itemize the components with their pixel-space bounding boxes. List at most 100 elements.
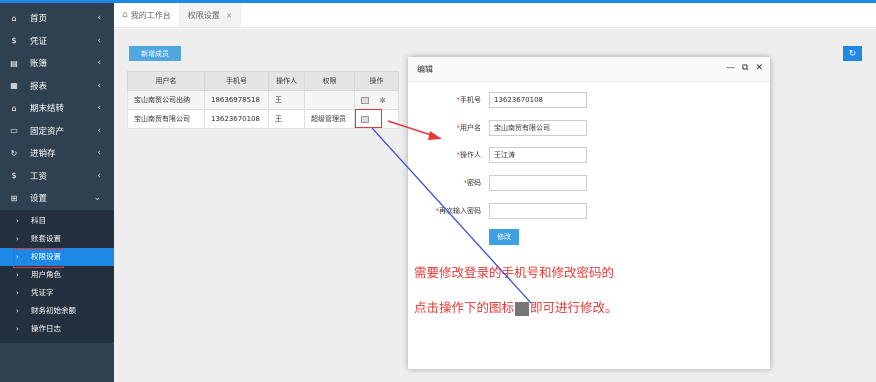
sidebar-item-label: 账簿 [30,59,48,70]
home-icon: ⌂ [11,13,17,23]
sidebar-item-label: 固定资产 [30,126,65,137]
operator-cell: 王 [268,90,305,110]
chevron-right-icon: › [16,306,19,315]
add-member-button[interactable]: 新增成员 [129,46,181,61]
close-icon[interactable]: × [226,11,233,20]
username-cell: 宝山南贸有限公司 [127,109,205,129]
chevron-left-icon: ‹ [97,103,101,114]
password-label: *密码 [463,179,482,187]
submenu-item-label: 操作日志 [31,324,61,333]
operator-label: *操作人 [456,151,482,159]
submenu-item-label: 用户角色 [31,270,61,279]
phone-field[interactable]: 13623670108 [489,92,587,108]
operator-field[interactable]: 王江涛 [489,147,587,163]
chevron-right-icon: › [16,252,19,261]
username-field[interactable]: 宝山南贸有限公司 [489,120,587,136]
annotation-line-2: 点击操作下的图标 即可进行修改。 [414,300,618,316]
sidebar-item-reports[interactable]: ▦ 报表 ‹ [0,75,114,98]
chevron-right-icon: › [16,288,19,297]
column-header[interactable]: 权限 [304,71,355,91]
submenu-item-opening-balance[interactable]: › 财务初始余额 [0,302,114,320]
annotation-line-1: 需要修改登录的手机号和修改密码的 [414,265,615,280]
username-label: *用户名 [456,124,482,132]
column-header[interactable]: 操作 [354,71,399,91]
sidebar-item-period-close[interactable]: ⌂ 期末结转 ‹ [0,97,114,120]
home-icon: ⌂ [11,103,17,113]
phone-label: *手机号 [456,96,482,104]
role-cell [304,90,355,110]
submenu-item-voucher-words[interactable]: › 凭证字 [0,284,114,302]
tab-workbench[interactable]: ⌂ 我的工作台 [114,3,180,27]
role-cell: 超级管理员 [304,109,355,129]
minimize-icon[interactable]: — [726,63,735,73]
submenu-item-accounts[interactable]: › 科目 [0,212,114,230]
submenu-item-label: 财务初始余额 [31,306,76,315]
chevron-left-icon: ‹ [97,148,101,159]
dialog-header: 编辑 — ⧉ ✕ [408,57,770,82]
sidebar-item-label: 期末结转 [30,104,65,115]
column-header[interactable]: 用户名 [127,71,205,91]
sidebar-item-ledger[interactable]: ▤ 账簿 ‹ [0,52,114,75]
save-button[interactable]: 修改 [489,229,519,245]
edit-dialog: 编辑 — ⧉ ✕ *手机号 13623670108 *用户名 宝山南贸有限公司 … [408,57,770,369]
highlight-box [355,109,382,128]
refresh-button[interactable]: ↻ [843,46,862,61]
home-icon: ⌂ [122,10,128,20]
tab-bar: ⌂ 我的工作台 权限设置 × [114,3,876,28]
password-field[interactable] [489,175,587,191]
submenu-item-user-roles[interactable]: › 用户角色 [0,266,114,284]
submenu-item-label: 权限设置 [31,252,61,261]
sidebar-item-voucher[interactable]: $ 凭证 ‹ [0,30,114,53]
maximize-icon[interactable]: ⧉ [742,63,748,73]
form-row-password: *密码 [408,175,770,191]
chevron-left-icon: ‹ [97,58,101,69]
form-row-confirm-password: *再次输入密码 [408,203,770,219]
chevron-left-icon: ‹ [97,35,101,46]
sidebar-item-label: 工资 [30,171,48,182]
book-icon: ▤ [10,58,18,68]
chevron-right-icon: › [16,216,19,225]
chevron-left-icon: ‹ [97,170,101,181]
submenu-item-account-set[interactable]: › 账套设置 [0,230,114,248]
table-header-row: 用户名 手机号 操作人 权限 操作 [127,71,399,91]
dollar-icon: $ [11,36,17,46]
column-header[interactable]: 手机号 [204,71,269,91]
tab-label: 权限设置 [187,10,220,20]
chevron-left-icon: ‹ [97,125,101,136]
delete-icon[interactable]: ✱ [379,96,386,105]
edit-icon [515,301,530,316]
sidebar-item-label: 首页 [30,14,48,25]
grid-icon: ⊞ [10,193,18,203]
chevron-down-icon: ⌄ [93,193,101,204]
sidebar: ⌂ 首页 ‹ $ 凭证 ‹ ▤ 账簿 ‹ ▦ 报表 ‹ ⌂ 期末结转 ‹ ▭ 固… [0,3,114,382]
submenu-item-label: 账套设置 [31,234,61,243]
sidebar-item-inventory[interactable]: ↻ 进销存 ‹ [0,142,114,165]
sidebar-item-settings[interactable]: ⊞ 设置 ⌄ [0,187,114,210]
table-row: 宝山南贸公司出纳 18636978518 王 ✱ [127,90,399,110]
submenu-item-label: 凭证字 [31,288,54,297]
sidebar-item-home[interactable]: ⌂ 首页 ‹ [0,7,114,30]
submenu-item-permissions[interactable]: › 权限设置 [0,247,114,268]
submenu-item-label: 科目 [31,216,46,225]
phone-cell: 13623670108 [204,109,269,129]
dollar-icon: $ [11,171,17,181]
sidebar-item-label: 凭证 [30,36,48,47]
column-header[interactable]: 操作人 [268,71,305,91]
submenu-item-operation-log[interactable]: › 操作日志 [0,320,114,338]
form-row-operator: *操作人 王江涛 [408,147,770,163]
phone-cell: 18636978518 [204,90,269,110]
sidebar-item-payroll[interactable]: $ 工资 ‹ [0,165,114,188]
confirm-password-field[interactable] [489,203,587,219]
close-icon[interactable]: ✕ [755,63,763,73]
refresh-icon: ↻ [848,48,857,59]
sidebar-item-label: 报表 [30,81,48,92]
chevron-right-icon: › [16,324,19,333]
edit-icon[interactable] [361,97,369,104]
sidebar-item-fixed-assets[interactable]: ▭ 固定资产 ‹ [0,120,114,143]
tab-label: 我的工作台 [130,10,171,20]
username-cell: 宝山南贸公司出纳 [127,90,205,110]
chevron-right-icon: › [16,270,19,279]
dialog-title: 编辑 [417,64,433,74]
tab-permissions[interactable]: 权限设置 × [179,3,242,27]
form-row-username: *用户名 宝山南贸有限公司 [408,120,770,136]
